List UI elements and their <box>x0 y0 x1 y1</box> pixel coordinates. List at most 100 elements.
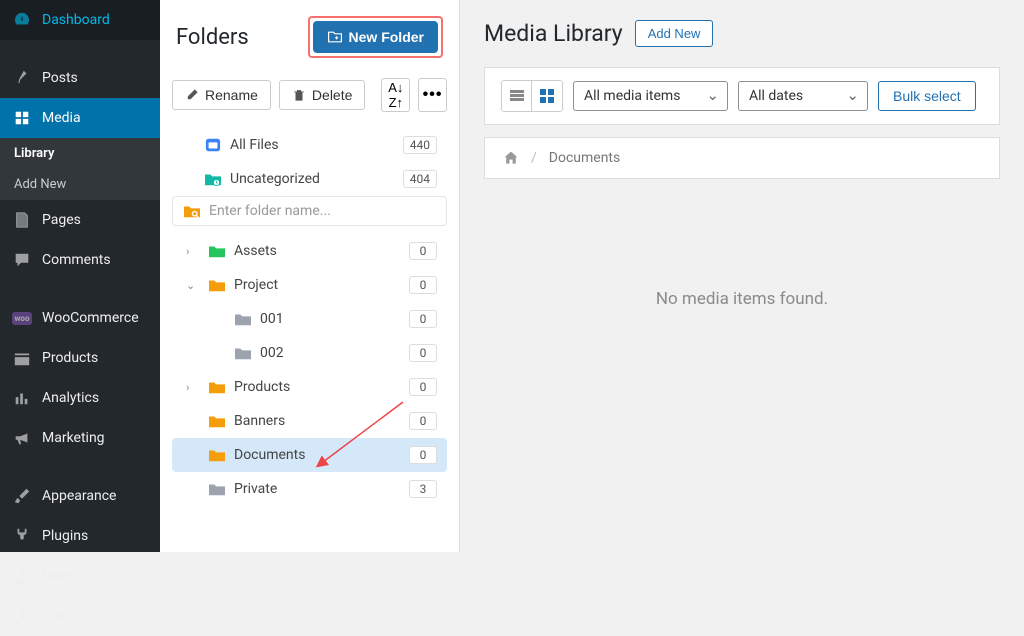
new-folder-input[interactable]: Enter folder name... <box>209 203 436 219</box>
trash-icon <box>292 88 306 102</box>
nav-media-library[interactable]: Library <box>0 138 160 169</box>
chevron-right-icon[interactable]: › <box>186 381 200 394</box>
nav-label: WooCommerce <box>42 310 139 326</box>
nav-label: Tools <box>42 608 76 624</box>
folder-count: 440 <box>403 136 437 154</box>
chart-icon <box>12 388 32 408</box>
nav-label: Marketing <box>42 430 105 446</box>
folder-count: 0 <box>409 344 437 362</box>
nav-plugins[interactable]: Plugins <box>0 516 160 556</box>
delete-button[interactable]: Delete <box>279 80 365 110</box>
rename-button[interactable]: Rename <box>172 80 271 110</box>
breadcrumb: / Documents <box>484 137 1000 179</box>
folder-plus-icon <box>327 29 343 45</box>
folder-icon <box>204 171 222 187</box>
media-library-content: Media Library Add New All media items Al… <box>460 0 1024 552</box>
home-icon[interactable] <box>503 150 519 166</box>
nav-pages[interactable]: Pages <box>0 200 160 240</box>
brush-icon <box>12 486 32 506</box>
folder-count: 0 <box>409 276 437 294</box>
nav-tools[interactable]: Tools <box>0 596 160 636</box>
nav-analytics[interactable]: Analytics <box>0 378 160 418</box>
add-new-button[interactable]: Add New <box>635 20 714 47</box>
folder-icon <box>208 243 226 259</box>
folder-row[interactable]: › Assets 0 <box>172 234 447 268</box>
folder-row[interactable]: › Products 0 <box>172 370 447 404</box>
sort-icon: A↓Z↑ <box>388 80 403 110</box>
nav-users[interactable]: Users <box>0 556 160 596</box>
folder-row[interactable]: ›Documents0 <box>172 438 447 472</box>
woo-icon: woo <box>12 308 32 328</box>
nav-appearance[interactable]: Appearance <box>0 476 160 516</box>
page-icon <box>12 210 32 230</box>
nav-woocommerce[interactable]: woo WooCommerce <box>0 298 160 338</box>
media-icon <box>12 108 32 128</box>
folder-list: All Files 440 Uncategorized 404 Enter fo… <box>172 128 447 506</box>
pin-icon <box>12 68 32 88</box>
folder-row[interactable]: ›Banners0 <box>172 404 447 438</box>
filter-bar: All media items All dates Bulk select <box>484 67 1000 125</box>
folder-count: 0 <box>409 446 437 464</box>
view-toggle <box>501 80 563 112</box>
folder-row[interactable]: ⌄ Project 0 <box>172 268 447 302</box>
chevron-right-icon[interactable]: › <box>186 245 200 258</box>
nav-posts[interactable]: Posts <box>0 58 160 98</box>
grid-view-button[interactable] <box>532 81 562 111</box>
nav-label: Media <box>42 110 81 126</box>
folder-row[interactable]: ›0010 <box>172 302 447 336</box>
new-folder-highlight: New Folder <box>308 16 443 58</box>
folder-label: Uncategorized <box>230 171 395 187</box>
folder-icon <box>234 345 252 361</box>
nav-label: Users <box>42 568 78 584</box>
folder-label: Banners <box>234 413 401 429</box>
folder-label: Private <box>234 481 401 497</box>
folder-count: 0 <box>409 412 437 430</box>
filter-type-select[interactable]: All media items <box>573 81 728 111</box>
nav-media[interactable]: Media <box>0 98 160 138</box>
folder-icon <box>208 413 226 429</box>
nav-dashboard[interactable]: Dashboard <box>0 0 160 40</box>
new-folder-input-row[interactable]: Enter folder name... <box>172 196 447 226</box>
nav-label: Dashboard <box>42 12 110 28</box>
folder-row[interactable]: ›0020 <box>172 336 447 370</box>
nav-label: Products <box>42 350 98 366</box>
folder-count: 0 <box>409 242 437 260</box>
chevron-down-icon[interactable]: ⌄ <box>186 279 200 292</box>
folder-icon <box>208 481 226 497</box>
filter-date-select[interactable]: All dates <box>738 81 868 111</box>
folder-label: All Files <box>230 137 395 153</box>
folder-count: 0 <box>409 378 437 396</box>
nav-comments[interactable]: Comments <box>0 240 160 280</box>
folder-count: 3 <box>409 480 437 498</box>
list-view-button[interactable] <box>502 81 532 111</box>
new-folder-button[interactable]: New Folder <box>313 21 438 53</box>
nav-products[interactable]: Products <box>0 338 160 378</box>
breadcrumb-current: Documents <box>549 150 620 166</box>
folder-count: 0 <box>409 310 437 328</box>
folder-label: Project <box>234 277 401 293</box>
page-title: Media Library <box>484 20 623 47</box>
list-icon <box>509 88 525 104</box>
folder-row[interactable]: ›Private3 <box>172 472 447 506</box>
folder-icon <box>208 447 226 463</box>
nav-label: Pages <box>42 212 81 228</box>
nav-marketing[interactable]: Marketing <box>0 418 160 458</box>
wrench-icon <box>12 606 32 626</box>
folder-icon <box>208 277 226 293</box>
folder-icon <box>204 137 222 153</box>
folder-icon <box>208 379 226 395</box>
folder-label: Documents <box>234 447 401 463</box>
sort-button[interactable]: A↓Z↑ <box>381 78 410 112</box>
folder-uncategorized[interactable]: Uncategorized 404 <box>172 162 447 196</box>
folder-all-files[interactable]: All Files 440 <box>172 128 447 162</box>
folder-label: Assets <box>234 243 401 259</box>
comment-icon <box>12 250 32 270</box>
nav-media-add[interactable]: Add New <box>0 169 160 200</box>
more-button[interactable]: ••• <box>418 78 447 112</box>
folder-label: Products <box>234 379 401 395</box>
pencil-icon <box>185 88 199 102</box>
folders-title: Folders <box>176 25 249 50</box>
admin-sidebar: Dashboard Posts Media Library Add New Pa… <box>0 0 160 552</box>
bulk-select-button[interactable]: Bulk select <box>878 81 976 111</box>
plug-icon <box>12 526 32 546</box>
